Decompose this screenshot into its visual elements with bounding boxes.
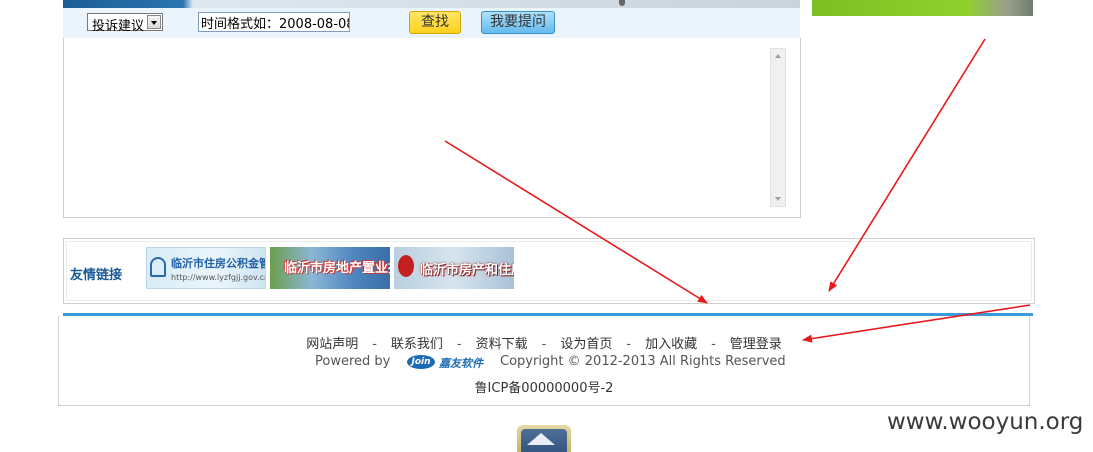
annotation-arrows [444, 38, 1031, 343]
annotation-arrow-2 [828, 38, 986, 292]
annotation-arrow-1 [444, 140, 708, 304]
annotation-arrow-3 [802, 304, 1031, 343]
